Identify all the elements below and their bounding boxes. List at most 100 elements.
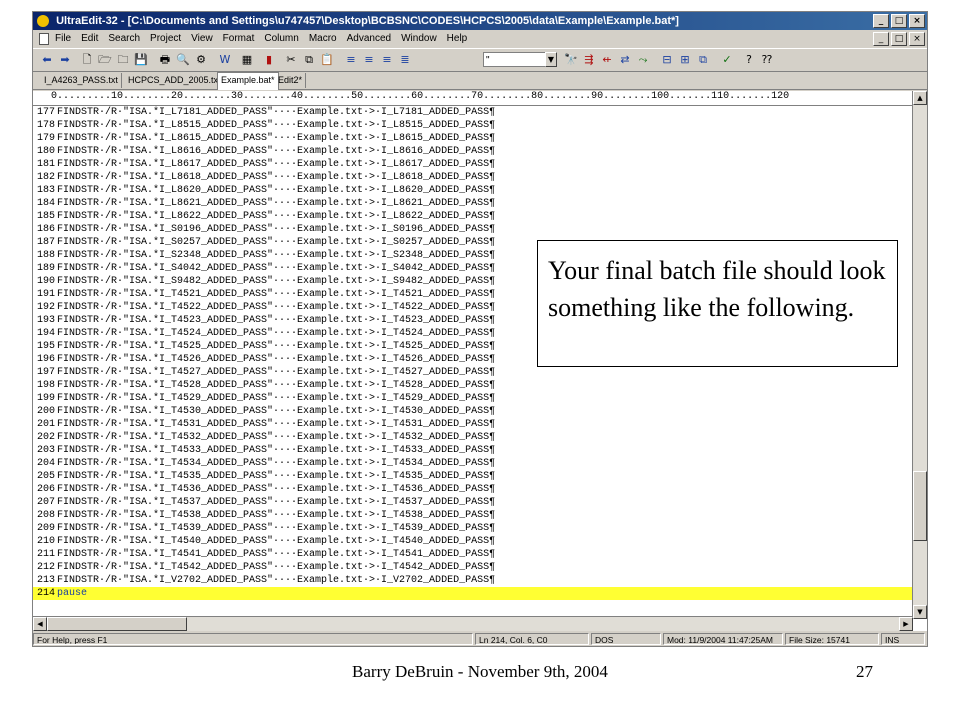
find-previous-icon[interactable]: ⇷ bbox=[599, 52, 615, 68]
forward-arrow-icon[interactable]: ➡ bbox=[57, 52, 73, 68]
minimize-button[interactable]: _ bbox=[873, 14, 889, 28]
code-line[interactable]: 181 FINDSTR·/R·"ISA.*I_L8617_ADDED_PASS"·… bbox=[33, 158, 913, 171]
print-preview-icon[interactable]: 🔍 bbox=[175, 52, 191, 68]
cascade-icon[interactable]: ⧉ bbox=[695, 52, 711, 68]
code-line[interactable]: 199 FINDSTR·/R·"ISA.*I_T4529_ADDED_PASS"·… bbox=[33, 392, 913, 405]
maximize-button[interactable]: □ bbox=[891, 14, 907, 28]
menu-edit[interactable]: Edit bbox=[81, 31, 98, 47]
justify-icon[interactable]: ≣ bbox=[397, 52, 413, 68]
menu-project[interactable]: Project bbox=[150, 31, 181, 47]
help-icon[interactable]: ? bbox=[741, 52, 757, 68]
line-number: 179 bbox=[36, 133, 55, 144]
save-icon[interactable]: 💾 bbox=[133, 52, 149, 68]
tab-hcpcs-add-2005[interactable]: HCPCS_ADD_2005.txt bbox=[125, 73, 225, 88]
spell-check-icon[interactable]: ✓ bbox=[719, 52, 735, 68]
menu-search[interactable]: Search bbox=[108, 31, 140, 47]
scroll-right-arrow-icon[interactable]: ▶ bbox=[899, 617, 913, 631]
scroll-up-arrow-icon[interactable]: ▲ bbox=[913, 91, 927, 105]
find-next-icon[interactable]: ⇶ bbox=[581, 52, 597, 68]
code-line[interactable]: 203 FINDSTR·/R·"ISA.*I_T4533_ADDED_PASS"·… bbox=[33, 444, 913, 457]
line-number: 201 bbox=[36, 419, 55, 430]
document-icon[interactable] bbox=[39, 33, 49, 45]
copy-icon[interactable]: ⧉ bbox=[301, 52, 317, 68]
tab-example-bat[interactable]: Example.bat* bbox=[217, 72, 279, 90]
line-text: pause bbox=[57, 588, 88, 599]
code-line[interactable]: 209 FINDSTR·/R·"ISA.*I_T4539_ADDED_PASS"·… bbox=[33, 522, 913, 535]
split-horizontal-icon[interactable]: ⊟ bbox=[659, 52, 675, 68]
code-line[interactable]: 177 FINDSTR·/R·"ISA.*I_L7181_ADDED_PASS"·… bbox=[33, 106, 913, 119]
line-number: 193 bbox=[36, 315, 55, 326]
close-file-icon[interactable]: 🗀 bbox=[115, 52, 131, 68]
code-line[interactable]: 198 FINDSTR·/R·"ISA.*I_T4528_ADDED_PASS"·… bbox=[33, 379, 913, 392]
code-line[interactable]: 206 FINDSTR·/R·"ISA.*I_T4536_ADDED_PASS"·… bbox=[33, 483, 913, 496]
code-line[interactable]: 205 FINDSTR·/R·"ISA.*I_T4535_ADDED_PASS"·… bbox=[33, 470, 913, 483]
code-line[interactable]: 210 FINDSTR·/R·"ISA.*I_T4540_ADDED_PASS"·… bbox=[33, 535, 913, 548]
find-icon[interactable]: 🔭 bbox=[563, 52, 579, 68]
code-line[interactable]: 201 FINDSTR·/R·"ISA.*I_T4531_ADDED_PASS"·… bbox=[33, 418, 913, 431]
line-number: 207 bbox=[36, 497, 55, 508]
back-arrow-icon[interactable]: ⬅ bbox=[39, 52, 55, 68]
tab-a4263-pass[interactable]: I_A4263_PASS.txt bbox=[41, 73, 122, 88]
code-line[interactable]: 183 FINDSTR·/R·"ISA.*I_L8620_ADDED_PASS"·… bbox=[33, 184, 913, 197]
align-right-icon[interactable]: ≡ bbox=[379, 52, 395, 68]
code-line[interactable]: 185 FINDSTR·/R·"ISA.*I_L8622_ADDED_PASS"·… bbox=[33, 210, 913, 223]
context-help-icon[interactable]: ⁇ bbox=[759, 52, 775, 68]
line-text: FINDSTR·/R·"ISA.*I_S0257_ADDED_PASS"····… bbox=[57, 237, 496, 248]
doc-minimize-button[interactable]: _ bbox=[873, 32, 889, 46]
replace-icon[interactable]: ⇄ bbox=[617, 52, 633, 68]
menu-advanced[interactable]: Advanced bbox=[347, 31, 391, 47]
chevron-down-icon[interactable]: ▼ bbox=[545, 52, 557, 67]
vertical-scroll-thumb[interactable] bbox=[913, 471, 927, 541]
horizontal-scroll-thumb[interactable] bbox=[47, 617, 187, 631]
menu-view[interactable]: View bbox=[191, 31, 213, 47]
align-center-icon[interactable]: ≡ bbox=[361, 52, 377, 68]
split-vertical-icon[interactable]: ⊞ bbox=[677, 52, 693, 68]
menu-column[interactable]: Column bbox=[264, 31, 298, 47]
word-wrap-icon[interactable]: W bbox=[217, 52, 233, 68]
paste-icon[interactable]: 📋 bbox=[319, 52, 335, 68]
code-line[interactable]: 178 FINDSTR·/R·"ISA.*I_L8515_ADDED_PASS"·… bbox=[33, 119, 913, 132]
line-number: 192 bbox=[36, 302, 55, 313]
tab-edit2[interactable]: Edit2* bbox=[275, 73, 307, 88]
print-icon[interactable]: 🖶 bbox=[157, 52, 173, 68]
line-text: FINDSTR·/R·"ISA.*I_L8515_ADDED_PASS"····… bbox=[57, 120, 496, 131]
code-line[interactable]: 197 FINDSTR·/R·"ISA.*I_T4527_ADDED_PASS"·… bbox=[33, 366, 913, 379]
code-line[interactable]: 200 FINDSTR·/R·"ISA.*I_T4530_ADDED_PASS"·… bbox=[33, 405, 913, 418]
new-file-icon[interactable]: 🗋 bbox=[79, 52, 95, 68]
menu-window[interactable]: Window bbox=[401, 31, 437, 47]
scroll-left-arrow-icon[interactable]: ◀ bbox=[33, 617, 47, 631]
doc-close-button[interactable]: × bbox=[909, 32, 925, 46]
code-line[interactable]: 213 FINDSTR·/R·"ISA.*I_V2702_ADDED_PASS"·… bbox=[33, 574, 913, 587]
horizontal-scrollbar[interactable]: ◀ ▶ bbox=[33, 616, 913, 631]
hex-mode-icon[interactable]: ▦ bbox=[239, 52, 255, 68]
menu-file[interactable]: File bbox=[55, 31, 71, 47]
align-left-icon[interactable]: ≡ bbox=[343, 52, 359, 68]
code-line[interactable]: 211 FINDSTR·/R·"ISA.*I_T4541_ADDED_PASS"·… bbox=[33, 548, 913, 561]
vertical-scrollbar[interactable]: ▲ ▼ bbox=[912, 91, 927, 619]
font-combo[interactable]: " bbox=[483, 52, 553, 67]
menu-format[interactable]: Format bbox=[223, 31, 255, 47]
title-bar[interactable]: UltraEdit-32 - [C:\Documents and Setting… bbox=[33, 12, 927, 30]
code-line[interactable]: 180 FINDSTR·/R·"ISA.*I_L8616_ADDED_PASS"·… bbox=[33, 145, 913, 158]
code-line[interactable]: 202 FINDSTR·/R·"ISA.*I_T4532_ADDED_PASS"·… bbox=[33, 431, 913, 444]
code-line[interactable]: 208 FINDSTR·/R·"ISA.*I_T4538_ADDED_PASS"·… bbox=[33, 509, 913, 522]
close-button[interactable]: × bbox=[909, 14, 925, 28]
ultraedit-app-icon[interactable] bbox=[37, 15, 49, 27]
current-line[interactable]: 214 pause bbox=[33, 587, 913, 600]
open-folder-icon[interactable]: 🗁 bbox=[97, 52, 113, 68]
code-line[interactable]: 212 FINDSTR·/R·"ISA.*I_T4542_ADDED_PASS"·… bbox=[33, 561, 913, 574]
code-line[interactable]: 179 FINDSTR·/R·"ISA.*I_L8615_ADDED_PASS"·… bbox=[33, 132, 913, 145]
goto-icon[interactable]: ⤳ bbox=[635, 52, 651, 68]
code-line[interactable]: 204 FINDSTR·/R·"ISA.*I_T4534_ADDED_PASS"·… bbox=[33, 457, 913, 470]
scroll-down-arrow-icon[interactable]: ▼ bbox=[913, 605, 927, 619]
code-line[interactable]: 182 FINDSTR·/R·"ISA.*I_L8618_ADDED_PASS"·… bbox=[33, 171, 913, 184]
menu-help[interactable]: Help bbox=[447, 31, 468, 47]
ftp-icon[interactable]: ⚙ bbox=[193, 52, 209, 68]
code-line[interactable]: 207 FINDSTR·/R·"ISA.*I_T4537_ADDED_PASS"·… bbox=[33, 496, 913, 509]
code-line[interactable]: 184 FINDSTR·/R·"ISA.*I_L8621_ADDED_PASS"·… bbox=[33, 197, 913, 210]
menu-macro[interactable]: Macro bbox=[309, 31, 337, 47]
doc-restore-button[interactable]: □ bbox=[891, 32, 907, 46]
code-line[interactable]: 186 FINDSTR·/R·"ISA.*I_S0196_ADDED_PASS"·… bbox=[33, 223, 913, 236]
column-mode-icon[interactable]: ▮ bbox=[261, 52, 277, 68]
cut-icon[interactable]: ✂ bbox=[283, 52, 299, 68]
